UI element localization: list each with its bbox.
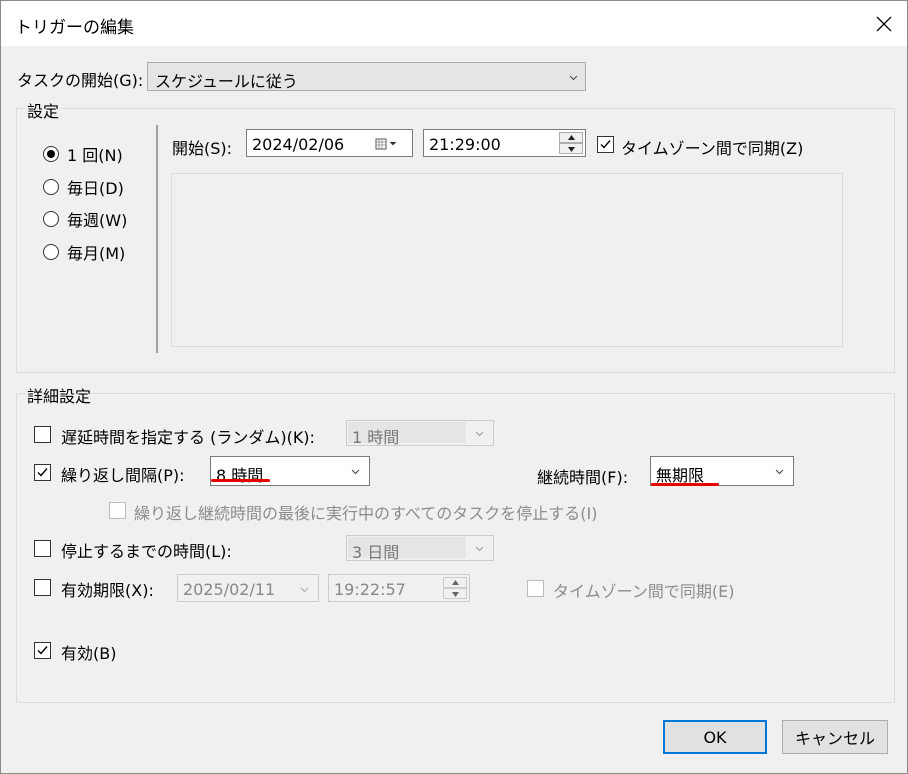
duration-label: 継続時間(F):: [537, 468, 629, 487]
radio-once[interactable]: 1 回(N): [43, 142, 123, 166]
task-start-label: タスクの開始(G):: [17, 71, 144, 90]
stop-after-dropdown[interactable]: 3 日間: [346, 535, 494, 562]
stop-all-label: 繰り返し継続時間の最後に実行中のすべてのタスクを停止する(I): [134, 504, 598, 523]
expire-sync-checkbox[interactable]: [527, 580, 544, 597]
expire-time-down-button[interactable]: [443, 588, 467, 599]
start-time-input[interactable]: 21:29:00: [423, 129, 586, 157]
radio-daily-label: 毎日(D): [67, 179, 124, 198]
ok-button[interactable]: OK: [663, 720, 767, 754]
annotation-underline: [651, 483, 719, 486]
time-down-button[interactable]: [559, 143, 583, 154]
chevron-down-icon: [475, 546, 484, 552]
radio-button[interactable]: [43, 244, 59, 260]
close-button[interactable]: [861, 1, 907, 46]
radio-button[interactable]: [43, 179, 59, 195]
start-time-value: 21:29:00: [429, 135, 501, 154]
chevron-down-icon: [475, 431, 484, 437]
arrow-down-icon: [568, 147, 575, 152]
radio-button[interactable]: [43, 146, 59, 162]
radio-once-label: 1 回(N): [67, 146, 123, 165]
chevron-down-icon: [351, 469, 360, 475]
duration-dropdown[interactable]: 無期限: [650, 456, 794, 486]
delay-dropdown[interactable]: 1 時間: [346, 420, 494, 447]
sync-timezone-label: タイムゾーン間で同期(Z): [621, 139, 804, 158]
start-label: 開始(S):: [172, 139, 233, 158]
advanced-settings-legend: 詳細設定: [25, 383, 94, 407]
cancel-button-label: キャンセル: [794, 729, 875, 748]
radio-daily[interactable]: 毎日(D): [43, 175, 124, 199]
ok-button-label: OK: [703, 727, 727, 747]
arrow-down-icon: [452, 592, 459, 597]
title-bar: トリガーの編集: [1, 1, 907, 46]
checkmark-icon: [600, 140, 611, 149]
calendar-dropdown-icon[interactable]: [375, 138, 399, 150]
edit-trigger-dialog: トリガーの編集 タスクの開始(G): スケジュールに従う 設定 1 回(N) 毎…: [0, 0, 908, 774]
dialog-title: トリガーの編集: [15, 18, 134, 38]
repeat-checkbox[interactable]: [34, 464, 51, 481]
settings-legend: 設定: [25, 98, 62, 122]
arrow-up-icon: [568, 135, 575, 140]
checkmark-icon: [37, 468, 48, 477]
expire-time-input[interactable]: 19:22:57: [328, 574, 470, 602]
delay-value: 1 時間: [352, 428, 400, 447]
sync-timezone-checkbox[interactable]: [597, 136, 614, 153]
close-icon: [876, 16, 892, 31]
enabled-checkbox[interactable]: [34, 642, 51, 659]
expire-date-picker[interactable]: 2025/02/11: [177, 574, 319, 602]
chevron-down-icon: [775, 469, 784, 475]
vertical-separator: [156, 125, 158, 353]
radio-monthly[interactable]: 毎月(M): [43, 240, 125, 264]
chevron-down-icon: [300, 587, 309, 593]
start-date-value: 2024/02/06: [252, 135, 345, 154]
start-date-picker[interactable]: 2024/02/06: [246, 129, 413, 157]
enabled-label: 有効(B): [61, 644, 117, 663]
time-up-button[interactable]: [559, 132, 583, 143]
radio-monthly-label: 毎月(M): [67, 244, 126, 263]
radio-button[interactable]: [43, 211, 59, 227]
annotation-underline: [211, 479, 270, 482]
arrow-up-icon: [452, 580, 459, 585]
radio-weekly[interactable]: 毎週(W): [43, 207, 127, 231]
task-start-dropdown[interactable]: スケジュールに従う: [147, 62, 586, 91]
expire-sync-label: タイムゾーン間で同期(E): [553, 582, 735, 601]
delay-label: 遅延時間を指定する (ランダム)(K):: [61, 428, 315, 447]
radio-weekly-label: 毎週(W): [67, 211, 128, 230]
repeat-label: 繰り返し間隔(P):: [61, 466, 185, 485]
expire-date-value: 2025/02/11: [183, 580, 276, 599]
stop-after-value: 3 日間: [352, 543, 400, 562]
stop-all-checkbox[interactable]: [109, 502, 126, 519]
schedule-detail-panel: [171, 173, 843, 347]
expire-checkbox[interactable]: [34, 579, 51, 596]
stop-after-checkbox[interactable]: [34, 540, 51, 557]
expire-time-up-button[interactable]: [443, 577, 467, 588]
delay-checkbox[interactable]: [34, 426, 51, 443]
repeat-interval-value: 8 時間: [216, 466, 264, 485]
expire-label: 有効期限(X):: [61, 581, 154, 600]
stop-after-label: 停止するまでの時間(L):: [61, 542, 232, 561]
chevron-down-icon: [569, 75, 578, 81]
task-start-value: スケジュールに従う: [155, 72, 298, 91]
checkmark-icon: [37, 646, 48, 655]
expire-time-value: 19:22:57: [334, 580, 406, 599]
cancel-button[interactable]: キャンセル: [782, 720, 888, 754]
